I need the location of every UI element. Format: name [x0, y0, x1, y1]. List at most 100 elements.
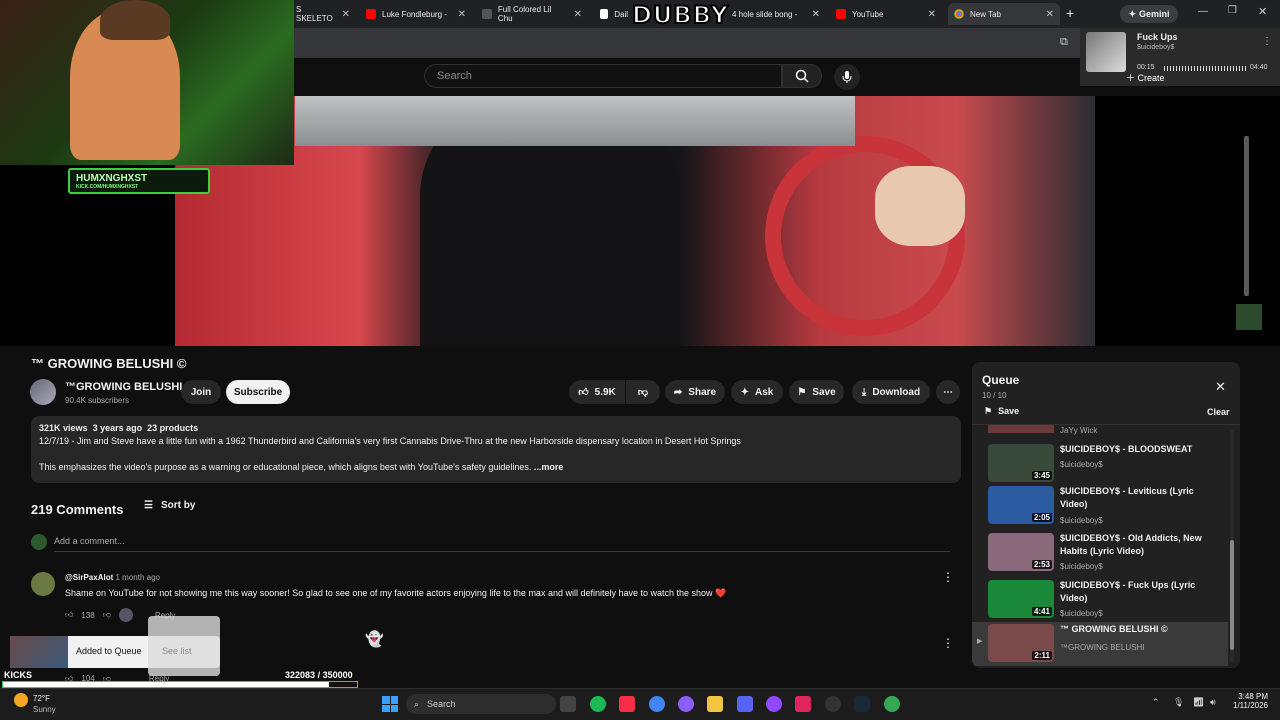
queue-item-channel: $uicideboy$ — [1060, 562, 1103, 571]
close-icon[interactable]: ✕ — [574, 9, 582, 20]
description-box[interactable]: 321K views 3 years ago 23 products 12/7/… — [31, 416, 961, 483]
chevron-up-icon[interactable]: ⌃ — [1152, 697, 1160, 708]
apple-music-icon[interactable] — [619, 696, 635, 712]
start-icon-pane — [390, 696, 398, 704]
maximize-icon[interactable]: ❐ — [1228, 5, 1237, 16]
cast-icon[interactable]: ⧉ — [1060, 36, 1068, 49]
channel-watermark[interactable] — [1236, 304, 1262, 330]
waveform[interactable] — [1164, 66, 1248, 71]
dislike-button[interactable]: 👎︎ — [626, 380, 660, 404]
create-button[interactable]: ＋ Create — [1126, 71, 1165, 84]
chrome-icon[interactable] — [649, 696, 665, 712]
chrome-icon — [954, 9, 964, 19]
browser-tab[interactable]: YouTube ✕ — [830, 3, 942, 25]
search-button[interactable] — [782, 64, 822, 88]
kicks-goal: / 350000 — [317, 670, 353, 680]
browser-tab-active[interactable]: New Tab ✕ — [948, 3, 1060, 25]
thumbs-up-icon: 👍︎ — [578, 387, 589, 398]
plus-icon: ＋ — [1126, 73, 1138, 83]
download-label: Download — [872, 386, 921, 398]
sparkle-icon: ✦ — [1128, 8, 1137, 19]
close-icon[interactable]: ✕ — [1215, 379, 1226, 395]
browser-tab[interactable]: Luke Fondleburg - ✕ — [360, 3, 472, 25]
media-now-playing-widget[interactable]: Fuck Ups $uicideboy$ 00:15 04:40 ⋮ ＋ Cre… — [1080, 28, 1280, 86]
queue-clear-button[interactable]: Clear — [1207, 407, 1230, 417]
add-comment-input[interactable]: Add a comment... — [54, 536, 950, 552]
search-icon — [795, 69, 809, 83]
sort-button[interactable]: ☰ Sort by — [144, 500, 195, 511]
save-button[interactable]: ⚑ Save — [789, 380, 844, 404]
close-icon[interactable]: ✕ — [928, 9, 936, 20]
obs-icon[interactable] — [825, 696, 841, 712]
discord-icon[interactable] — [737, 696, 753, 712]
file-explorer-icon[interactable] — [707, 696, 723, 712]
task-view-icon[interactable] — [560, 696, 576, 712]
chrome-icon[interactable] — [884, 696, 900, 712]
volume-icon[interactable]: 🔊︎ — [1210, 697, 1216, 708]
join-button[interactable]: Join — [181, 380, 221, 404]
search-input[interactable]: Search — [424, 64, 782, 88]
app-icon[interactable] — [795, 696, 811, 712]
browser-tab[interactable]: Dail — [594, 3, 634, 25]
browser-tab[interactable]: S SKELETO ✕ — [290, 3, 356, 25]
duration-badge: 4:41 — [1031, 607, 1052, 616]
app-icon[interactable] — [678, 696, 694, 712]
wifi-icon[interactable]: 📶︎ — [1193, 697, 1204, 708]
like-button[interactable]: 👍︎ 5.9K — [569, 380, 625, 404]
page-scrollbar[interactable] — [1244, 136, 1249, 296]
video-frame[interactable] — [175, 96, 1095, 346]
share-button[interactable]: ➦ Share — [665, 380, 725, 404]
queue-panel: Queue 10 / 10 ✕ ⚑ Save Clear JaYy Wick 3:… — [972, 362, 1240, 668]
minimize-icon[interactable]: — — [1198, 6, 1208, 17]
channel-name[interactable]: ™GROWING BELUSHI — [65, 381, 182, 393]
browser-tab[interactable]: Full Colored Lil Chu ✕ — [476, 3, 588, 25]
more-actions-button[interactable]: ⋯ — [936, 380, 960, 404]
products-link[interactable]: 23 products — [147, 423, 198, 433]
subscribe-button[interactable]: Subscribe — [226, 380, 290, 404]
microphone-icon[interactable]: 🎙︎ — [1173, 697, 1184, 708]
twitch-icon[interactable] — [766, 696, 782, 712]
browser-tab[interactable]: 4 hole slide bong - ✕ — [726, 3, 826, 25]
comment-more-icon[interactable]: ⋮ — [942, 636, 954, 650]
ask-button[interactable]: ✦ Ask — [731, 380, 783, 404]
thumbs-down-icon[interactable]: 👎︎ — [103, 610, 111, 620]
voice-search-button[interactable] — [834, 64, 860, 90]
taskbar-search[interactable]: ⌕ Search — [406, 694, 556, 714]
close-icon[interactable]: ✕ — [458, 9, 466, 20]
kicks-progress-bar — [2, 681, 358, 688]
queue-item[interactable]: 2:05 $UICIDEBOY$ - Leviticus (Lyric Vide… — [972, 484, 1232, 530]
bookmark-icon: ⚑ — [797, 386, 807, 398]
download-button[interactable]: ⤓ Download — [852, 380, 930, 404]
queue-scroll-thumb[interactable] — [1230, 540, 1234, 650]
queue-save-button[interactable]: ⚑ Save — [984, 406, 1019, 417]
close-icon[interactable]: ✕ — [342, 9, 350, 20]
close-icon[interactable]: ✕ — [812, 9, 820, 20]
description-meta: 321K views 3 years ago 23 products — [39, 422, 953, 435]
clock[interactable]: 3:48 PM 1/11/2026 — [1228, 692, 1268, 710]
close-window-icon[interactable]: ✕ — [1258, 5, 1267, 18]
gemini-button[interactable]: ✦ Gemini — [1120, 5, 1178, 23]
queue-item[interactable]: 2:53 $UICIDEBOY$ - Old Addicts, New Habi… — [972, 531, 1232, 577]
new-tab-button[interactable]: + — [1066, 5, 1074, 21]
weather-temp[interactable]: 72°F — [33, 694, 50, 703]
more-horizontal-icon: ⋯ — [943, 386, 953, 398]
close-icon[interactable]: ✕ — [1046, 9, 1054, 20]
commenter-avatar[interactable] — [31, 572, 55, 596]
show-more-button[interactable]: ...more — [534, 462, 564, 472]
comment-age: 1 month ago — [115, 573, 160, 582]
start-icon-pane — [390, 704, 398, 712]
thumbs-up-icon[interactable]: 👍︎ — [65, 610, 73, 620]
comment-author[interactable]: @SirPaxAlot — [65, 573, 113, 582]
channel-avatar[interactable] — [30, 379, 56, 405]
queue-item[interactable]: 4:41 $UICIDEBOY$ - Fuck Ups (Lyric Video… — [972, 578, 1232, 624]
spotify-icon[interactable] — [590, 696, 606, 712]
windows-start-icon[interactable] — [382, 696, 398, 712]
steam-icon[interactable] — [854, 696, 870, 712]
queue-item-current[interactable]: ▶ 2:11 ™ GROWING BELUSHI © ™GROWING BELU… — [972, 622, 1228, 666]
queue-item[interactable]: 3:45 $UICIDEBOY$ - BLOODSWEAT $uicideboy… — [972, 442, 1232, 488]
comment-more-icon[interactable]: ⋮ — [942, 570, 954, 584]
more-vertical-icon[interactable]: ⋮ — [1262, 36, 1272, 47]
see-list-button[interactable]: See list — [148, 616, 220, 676]
queue-item-channel: $uicideboy$ — [1060, 460, 1103, 469]
queue-scrollbar[interactable] — [1230, 430, 1234, 662]
